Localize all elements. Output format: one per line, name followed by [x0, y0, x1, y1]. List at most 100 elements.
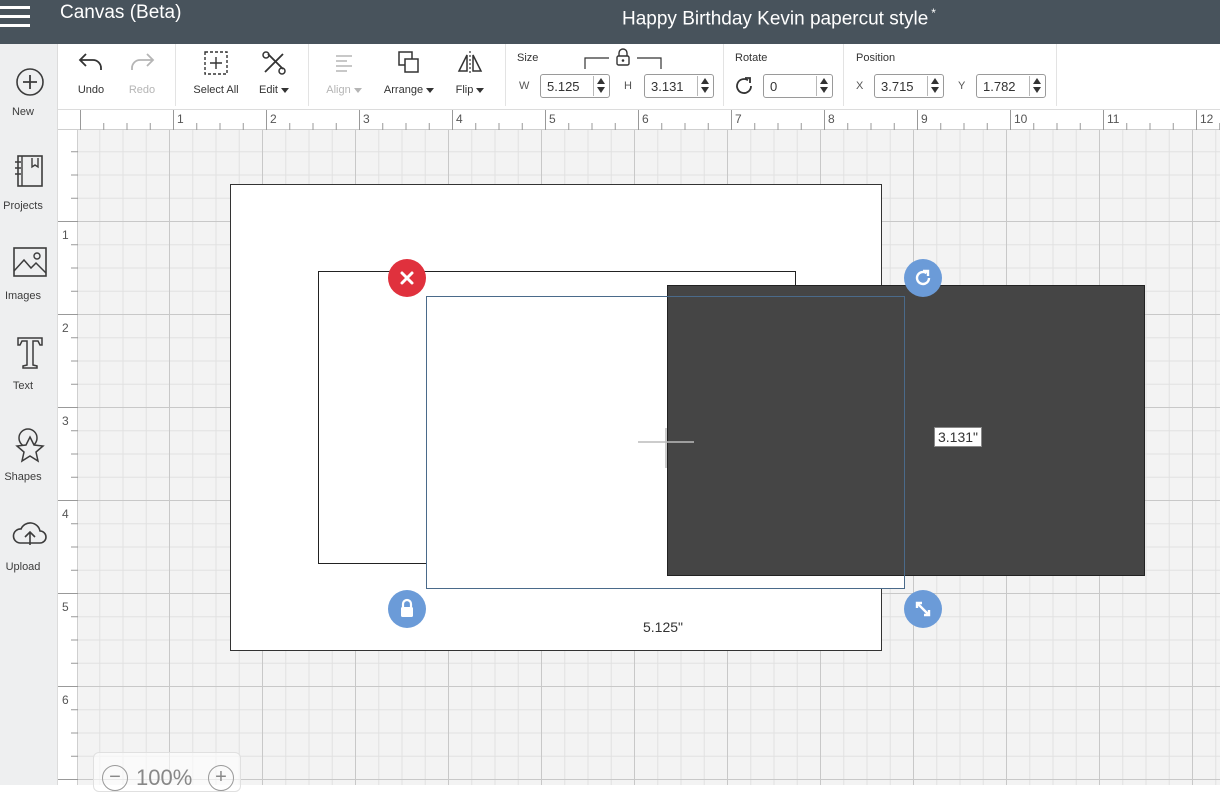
ruler-label: 5: [549, 112, 556, 126]
width-input[interactable]: 5.125: [540, 74, 610, 98]
toolbar-divider: [175, 44, 176, 106]
redo-button[interactable]: Redo: [122, 46, 162, 104]
width-dimension-label: 5.125": [643, 619, 684, 635]
x-prefix: X: [856, 80, 864, 92]
resize-handle[interactable]: [904, 590, 942, 628]
chevron-down-icon: [476, 87, 485, 93]
ruler-horizontal: 1 2 3 4 5 6 7 8 9 10 11 12: [58, 110, 1220, 130]
ruler-label: 6: [642, 112, 649, 126]
ruler-label: 1: [177, 112, 184, 126]
y-position-stepper[interactable]: [1029, 76, 1044, 96]
undo-label: Undo: [77, 84, 105, 96]
resize-diagonal-icon: [915, 601, 931, 617]
ruler-label: 3: [363, 112, 370, 126]
ruler-label: 2: [62, 321, 69, 335]
height-value: 3.131: [651, 79, 684, 94]
sidebar-item-label: Text: [12, 380, 34, 392]
y-position-value: 1.782: [983, 79, 1016, 94]
rotate-handle[interactable]: [904, 259, 942, 297]
ruler-label: 3: [62, 414, 69, 428]
sidebar-item-label: New: [11, 106, 34, 118]
width-stepper[interactable]: [593, 76, 608, 96]
zoom-control: − 100% +: [93, 752, 241, 792]
menu-icon[interactable]: [0, 4, 32, 32]
sidebar-item-shapes[interactable]: Shapes: [0, 425, 58, 505]
edit-label: Edit: [254, 84, 294, 96]
lock-handle[interactable]: [388, 590, 426, 628]
toolbar-divider: [1056, 44, 1057, 106]
delete-handle[interactable]: [388, 259, 426, 297]
design-canvas[interactable]: 3.131" 5.125": [78, 130, 1220, 785]
redo-label: Redo: [128, 84, 156, 96]
ruler-ticks: [80, 110, 1220, 130]
sidebar-item-label: Shapes: [4, 471, 42, 483]
unsaved-marker: *: [931, 6, 936, 20]
sidebar-item-text[interactable]: Text: [0, 334, 58, 414]
ruler-label: 1: [62, 228, 69, 242]
toolbar-divider: [505, 44, 506, 106]
document-title-text: Happy Birthday Kevin papercut style: [622, 8, 929, 30]
zoom-level: 100%: [136, 765, 193, 790]
flip-label: Flip: [450, 84, 490, 96]
top-bar: Canvas (Beta) Happy Birthday Kevin paper…: [0, 0, 1220, 44]
arrange-text: Arrange: [383, 84, 424, 96]
sidebar-item-projects[interactable]: Projects: [0, 154, 58, 234]
select-all-icon: [204, 51, 228, 75]
scissors-pencil-icon: [262, 51, 286, 75]
toolbar-divider: [723, 44, 724, 106]
document-title[interactable]: Happy Birthday Kevin papercut style *: [622, 2, 936, 30]
align-text: Align: [326, 84, 351, 96]
chevron-down-icon: [353, 87, 362, 93]
close-icon: [400, 271, 414, 285]
undo-icon: [78, 53, 102, 70]
ruler-label: 9: [921, 112, 928, 126]
select-all-label: Select All: [193, 84, 239, 96]
x-position-input[interactable]: 3.715: [874, 74, 944, 98]
ruler-label: 8: [828, 112, 835, 126]
sidebar-item-images[interactable]: Images: [0, 244, 58, 324]
height-stepper[interactable]: [697, 76, 712, 96]
toolbar-divider: [843, 44, 844, 106]
flip-icon: [457, 51, 483, 75]
crosshair-icon: [638, 428, 694, 468]
flip-button[interactable]: Flip: [450, 46, 490, 104]
rotate-stepper[interactable]: [816, 76, 831, 96]
edit-toolbar: Undo Redo Select All Edit Align Arrange …: [58, 44, 1220, 110]
height-input[interactable]: 3.131: [644, 74, 714, 98]
rotate-value: 0: [770, 79, 778, 94]
arrange-button[interactable]: Arrange: [376, 46, 442, 104]
flip-text: Flip: [455, 84, 474, 96]
sidebar-item-label: Upload: [5, 561, 41, 573]
edit-text: Edit: [259, 84, 278, 96]
align-label: Align: [318, 84, 370, 96]
ruler-label: 4: [456, 112, 463, 126]
align-button[interactable]: Align: [318, 46, 370, 104]
rotate-icon: [736, 77, 752, 94]
arrange-icon: [398, 51, 419, 73]
ruler-label: 7: [735, 112, 742, 126]
height-dimension-label: 3.131": [934, 427, 983, 447]
width-prefix: W: [519, 80, 530, 92]
left-sidebar: New Projects Images Text Shapes Upload: [0, 44, 58, 785]
ruler-label: 10: [1014, 112, 1028, 126]
sidebar-item-upload[interactable]: Upload: [0, 515, 58, 595]
ruler-label: 6: [62, 693, 69, 707]
image-icon: [13, 247, 47, 277]
rotate-input[interactable]: 0: [763, 74, 833, 98]
text-icon: [17, 337, 43, 369]
ruler-label: 4: [62, 507, 69, 521]
x-position-stepper[interactable]: [927, 76, 942, 96]
redo-icon: [131, 53, 155, 70]
y-position-input[interactable]: 1.782: [976, 74, 1046, 98]
undo-button[interactable]: Undo: [70, 46, 112, 104]
select-all-button[interactable]: Select All: [186, 46, 246, 104]
toolbar-divider: [308, 44, 309, 106]
position-label: Position: [856, 52, 896, 64]
edit-button[interactable]: Edit: [254, 46, 294, 104]
zoom-out-button[interactable]: −: [102, 765, 128, 791]
width-value: 5.125: [547, 79, 580, 94]
ruler-vertical: 1 2 3 4 5 6: [58, 130, 78, 785]
lock-ratio-icon[interactable]: [583, 47, 663, 71]
zoom-in-button[interactable]: +: [208, 765, 234, 791]
sidebar-item-new[interactable]: New: [0, 66, 58, 146]
